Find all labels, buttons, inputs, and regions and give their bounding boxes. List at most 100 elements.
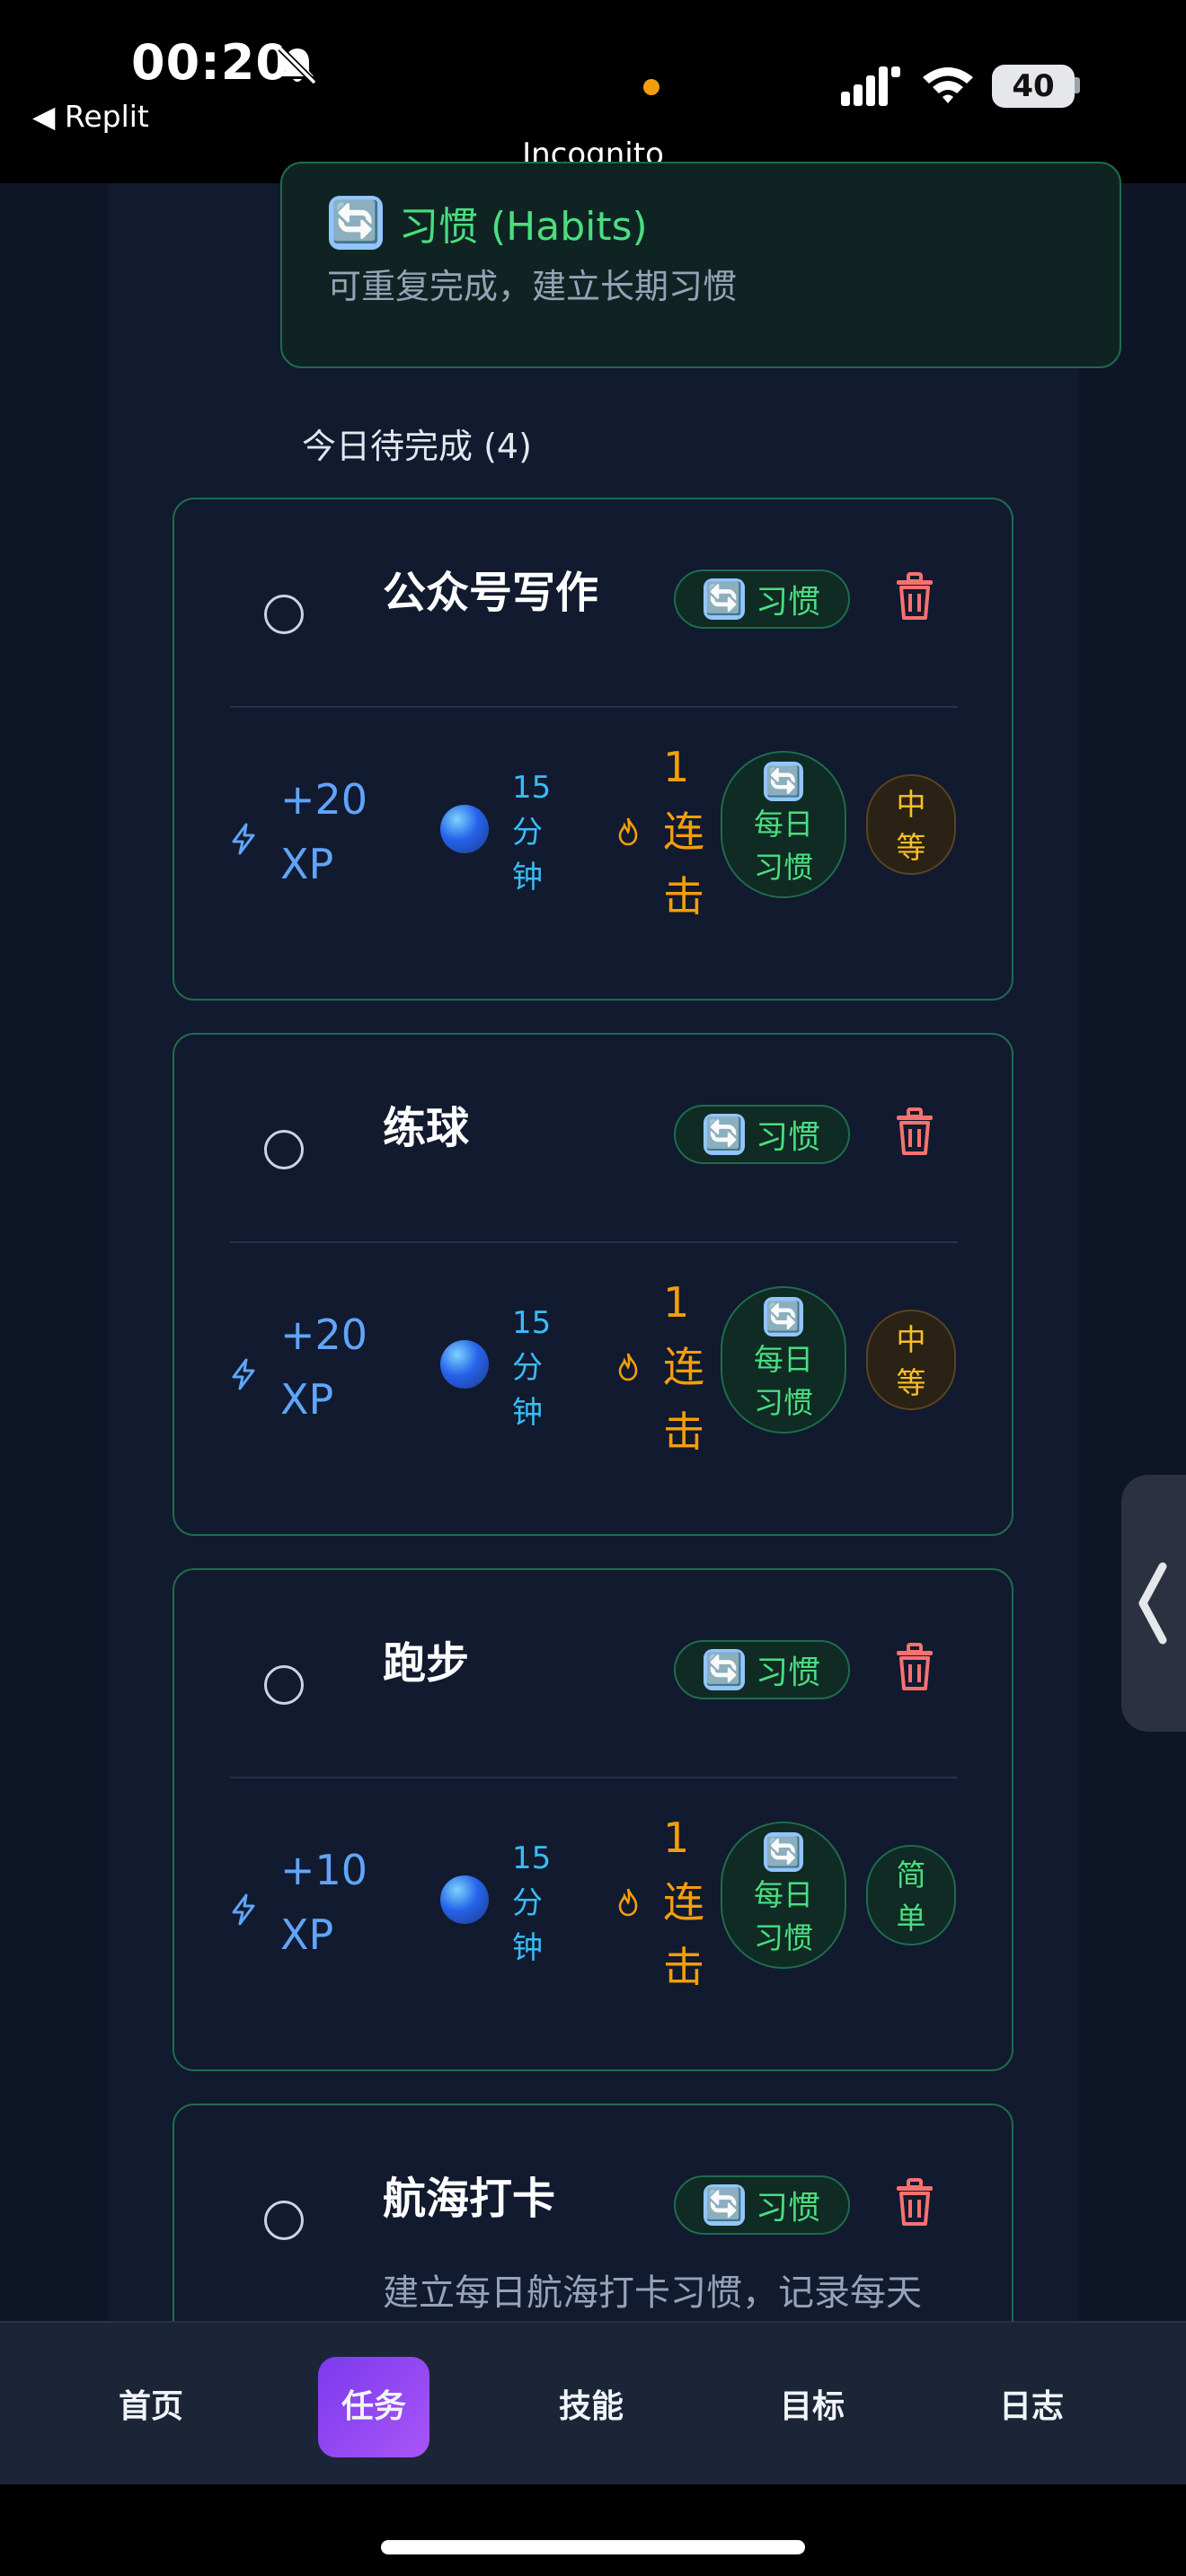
duration-part: 分 bbox=[512, 1885, 543, 1921]
repeat-icon: 🔄 bbox=[764, 762, 803, 801]
status-time: 00:20 bbox=[131, 34, 290, 91]
divider bbox=[230, 1777, 958, 1778]
blue-circle-icon bbox=[440, 1875, 489, 1924]
xp-unit: XP bbox=[280, 840, 334, 888]
blue-circle-icon bbox=[440, 805, 489, 853]
delete-trash-icon[interactable] bbox=[893, 1642, 936, 1692]
streak-part: 1 bbox=[663, 1813, 690, 1862]
habit-type-badge: 🔄 习惯 bbox=[674, 1640, 850, 1699]
delete-trash-icon[interactable] bbox=[893, 1107, 936, 1157]
flame-icon bbox=[618, 1353, 638, 1381]
repeat-icon: 🔄 bbox=[764, 1297, 803, 1337]
daily-text: 习惯 bbox=[754, 1920, 813, 1955]
battery-icon: 40 bbox=[992, 65, 1075, 108]
badge-label: 习惯 bbox=[755, 1119, 820, 1156]
badge-label: 习惯 bbox=[755, 2190, 820, 2227]
delete-trash-icon[interactable] bbox=[893, 571, 936, 622]
privacy-indicator-dot bbox=[643, 79, 659, 95]
home-indicator[interactable] bbox=[381, 2540, 805, 2554]
repeat-icon: 🔄 bbox=[703, 1649, 745, 1690]
blue-circle-icon bbox=[440, 1340, 489, 1389]
difficulty-part: 中 bbox=[896, 787, 926, 822]
streak-part: 连 bbox=[663, 807, 704, 856]
habit-task-card[interactable]: 公众号写作 🔄 习惯 +20 XP 15 分钟 1 连击 🔄 每日 习惯中等 bbox=[173, 498, 1013, 1001]
nav-journal[interactable]: 日志 bbox=[976, 2357, 1087, 2457]
daily-habit-badge: 🔄 每日 习惯 bbox=[721, 1286, 846, 1434]
difficulty-badge: 中等 bbox=[866, 1310, 956, 1410]
habit-type-badge: 🔄 习惯 bbox=[674, 2175, 850, 2235]
bottom-navigation: 首页 任务 技能 目标 日志 bbox=[0, 2321, 1186, 2484]
divider bbox=[230, 706, 958, 708]
complete-checkbox[interactable] bbox=[264, 2201, 304, 2240]
flame-icon bbox=[618, 1888, 638, 1917]
duration-part: 15 bbox=[512, 770, 552, 806]
daily-habit-badge: 🔄 每日 习惯 bbox=[721, 751, 846, 898]
duration-part: 15 bbox=[512, 1305, 552, 1341]
task-description: 建立每日航海打卡习惯，记录每天 bbox=[383, 2272, 922, 2314]
streak-label: 1 连击 bbox=[663, 1805, 704, 1999]
habit-task-card[interactable]: 练球 🔄 习惯 +20 XP 15 分钟 1 连击 🔄 每日 习惯中等 bbox=[173, 1033, 1013, 1536]
streak-part: 击 bbox=[663, 872, 704, 921]
xp-unit: XP bbox=[280, 1375, 334, 1424]
duration-part: 15 bbox=[512, 1840, 552, 1876]
status-bar: 00:20 ◀ Replit 40 Incognito bbox=[0, 0, 1186, 183]
daily-habit-badge: 🔄 每日习惯 bbox=[721, 1822, 846, 1969]
xp-reward: +20 XP bbox=[280, 767, 367, 896]
wifi-icon bbox=[923, 67, 973, 103]
habits-section-header: 🔄 习惯 (Habits) 可重复完成，建立长期习惯 bbox=[280, 162, 1121, 368]
xp-reward: +20 XP bbox=[280, 1302, 367, 1432]
chevron-left-icon[interactable] bbox=[1134, 1561, 1170, 1645]
back-to-app-link[interactable]: ◀ Replit bbox=[32, 99, 149, 134]
cellular-signal-icon bbox=[841, 66, 900, 106]
nav-tasks[interactable]: 任务 bbox=[318, 2357, 429, 2457]
complete-checkbox[interactable] bbox=[264, 1130, 304, 1169]
duration-part: 钟 bbox=[512, 1930, 543, 1966]
section-title-text: 习惯 (Habits) bbox=[399, 204, 648, 250]
daily-text: 每日 bbox=[754, 1877, 813, 1912]
app-screen: 00:20 ◀ Replit 40 Incognito 🔄 习惯 (Habits… bbox=[0, 0, 1186, 2576]
task-title: 练球 bbox=[383, 1103, 470, 1153]
task-title: 跑步 bbox=[383, 1638, 470, 1689]
repeat-icon: 🔄 bbox=[703, 1114, 745, 1155]
difficulty-part: 简 bbox=[896, 1857, 926, 1892]
lightning-icon bbox=[232, 1893, 255, 1926]
flame-icon bbox=[618, 817, 638, 846]
repeat-icon: 🔄 bbox=[329, 196, 383, 250]
nav-skills[interactable]: 技能 bbox=[535, 2357, 647, 2457]
divider bbox=[230, 1241, 958, 1243]
home-indicator-area bbox=[0, 2484, 1186, 2576]
streak-part: 1 bbox=[663, 743, 690, 791]
duration-label: 15 分钟 bbox=[512, 1301, 551, 1435]
difficulty-badge: 简单 bbox=[866, 1845, 956, 1945]
complete-checkbox[interactable] bbox=[264, 595, 304, 634]
task-title: 航海打卡 bbox=[383, 2174, 556, 2224]
nav-goals[interactable]: 目标 bbox=[757, 2357, 868, 2457]
xp-value: +10 bbox=[280, 1846, 368, 1894]
silent-bell-icon bbox=[278, 46, 317, 85]
task-title: 公众号写作 bbox=[383, 568, 599, 618]
section-title: 🔄 习惯 (Habits) bbox=[329, 194, 648, 251]
complete-checkbox[interactable] bbox=[264, 1665, 304, 1705]
streak-label: 1 连击 bbox=[663, 1270, 704, 1464]
habit-task-card[interactable]: 跑步 🔄 习惯 +10 XP 15 分钟 1 连击 🔄 每日 习惯 简单 bbox=[173, 1568, 1013, 2071]
streak-part: 击 bbox=[663, 1407, 704, 1456]
duration-part: 钟 bbox=[512, 860, 543, 895]
streak-part: 连 bbox=[663, 1343, 704, 1391]
lightning-icon bbox=[232, 1358, 255, 1390]
habit-type-badge: 🔄 习惯 bbox=[674, 569, 850, 629]
difficulty-part: 中 bbox=[896, 1322, 926, 1357]
repeat-icon: 🔄 bbox=[764, 1832, 803, 1872]
nav-home[interactable]: 首页 bbox=[95, 2357, 207, 2457]
repeat-icon: 🔄 bbox=[703, 2184, 745, 2226]
xp-unit: XP bbox=[280, 1910, 334, 1959]
difficulty-part: 等 bbox=[896, 1365, 926, 1400]
duration-label: 15 分钟 bbox=[512, 765, 551, 900]
daily-text: 习惯 bbox=[754, 850, 813, 885]
daily-text: 每日 bbox=[754, 1342, 813, 1377]
streak-label: 1 连击 bbox=[663, 735, 704, 929]
delete-trash-icon[interactable] bbox=[893, 2177, 936, 2228]
difficulty-part: 单 bbox=[896, 1901, 926, 1936]
duration-part: 分 bbox=[512, 1350, 543, 1386]
repeat-icon: 🔄 bbox=[703, 578, 745, 620]
section-description: 可重复完成，建立长期习惯 bbox=[327, 267, 738, 306]
